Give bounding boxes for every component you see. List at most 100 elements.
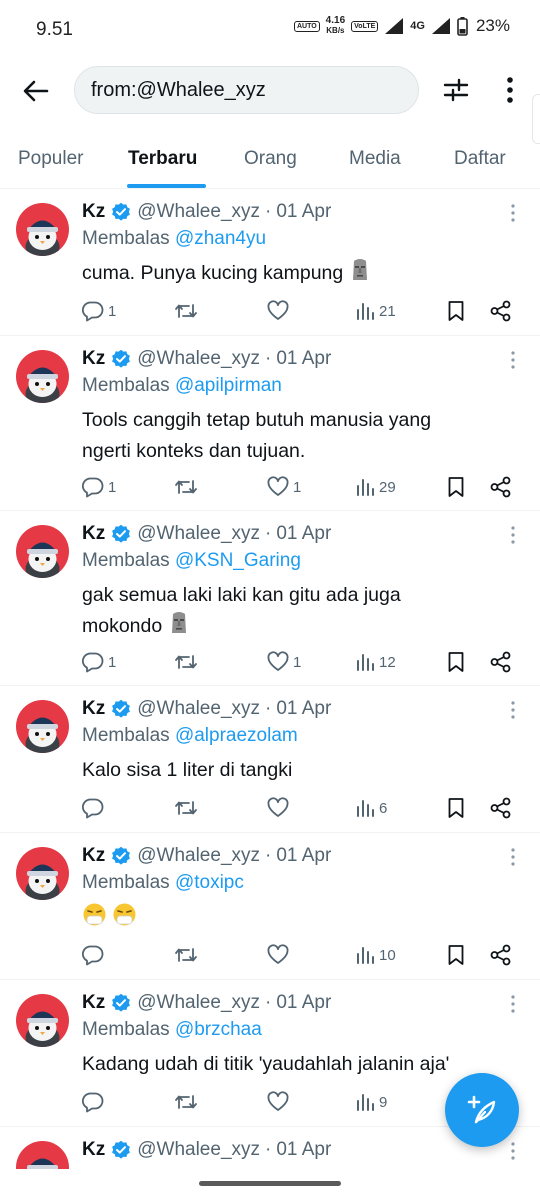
author-handle[interactable]: @Whalee_xyz [137, 348, 260, 370]
retweet-button[interactable] [174, 941, 202, 969]
views-button[interactable]: 12 [355, 648, 396, 676]
back-button[interactable] [18, 74, 54, 108]
bookmark-button[interactable] [447, 648, 465, 676]
tweet-more-icon[interactable] [508, 994, 518, 1014]
tab-orang[interactable]: Orang [244, 128, 297, 189]
tweet[interactable]: Kz @Whalee_xyz · 01 Apr Membalas @zhan4y… [0, 189, 540, 336]
reply-mention[interactable]: @alpraezolam [175, 725, 298, 746]
author-name[interactable]: Kz [82, 992, 105, 1014]
tweet-date[interactable]: 01 Apr [276, 845, 331, 867]
tweet-feed[interactable]: Kz @Whalee_xyz · 01 Apr Membalas @zhan4y… [0, 189, 540, 1169]
avatar[interactable] [16, 525, 69, 578]
reply-mention[interactable]: @apilpirman [175, 375, 282, 396]
reply-mention[interactable]: @KSN_Garing [175, 550, 301, 571]
volte-icon: VoLTE [351, 20, 379, 32]
retweet-button[interactable] [174, 473, 202, 501]
more-options-button[interactable] [494, 72, 526, 108]
share-button[interactable] [490, 794, 512, 822]
tweet[interactable]: Kz @Whalee_xyz · 01 Apr Membalas @toxipc… [0, 833, 540, 980]
like-button[interactable] [267, 297, 293, 325]
like-button[interactable]: 1 [267, 648, 301, 676]
reply-mention[interactable]: @zhan4yu [175, 228, 266, 249]
author-handle[interactable]: @Whalee_xyz [137, 992, 260, 1014]
reply-prefix: Membalas [82, 1019, 170, 1040]
like-button[interactable]: 1 [267, 473, 301, 501]
like-count: 1 [293, 653, 302, 671]
author-handle[interactable]: @Whalee_xyz [137, 1139, 260, 1161]
tweet[interactable]: Kz @Whalee_xyz · 01 Apr Membalas @alprae… [0, 686, 540, 833]
author-name[interactable]: Kz [82, 698, 105, 720]
author-name[interactable]: Kz [82, 845, 105, 867]
share-button[interactable] [490, 297, 512, 325]
home-gesture-bar[interactable] [199, 1181, 341, 1186]
retweet-button[interactable] [174, 297, 202, 325]
views-button[interactable]: 10 [355, 941, 396, 969]
tab-daftar[interactable]: Daftar [454, 128, 506, 189]
bookmark-button[interactable] [447, 473, 465, 501]
avatar[interactable] [16, 847, 69, 900]
avatar[interactable] [16, 994, 69, 1047]
retweet-button[interactable] [174, 1088, 202, 1116]
like-button[interactable] [267, 794, 293, 822]
author-handle[interactable]: @Whalee_xyz [137, 845, 260, 867]
author-name[interactable]: Kz [82, 348, 105, 370]
views-button[interactable]: 9 [355, 1088, 387, 1116]
tweet[interactable]: Kz @Whalee_xyz · 01 Apr Membalas @apilpi… [0, 336, 540, 511]
tweet-date[interactable]: 01 Apr [276, 201, 331, 223]
retweet-icon [175, 948, 197, 962]
reply-button[interactable] [82, 941, 108, 969]
tweet-more-icon[interactable] [508, 525, 518, 545]
retweet-button[interactable] [174, 794, 202, 822]
share-button[interactable] [490, 473, 512, 501]
views-button[interactable]: 6 [355, 794, 387, 822]
share-button[interactable] [490, 648, 512, 676]
avatar[interactable] [16, 203, 69, 256]
bookmark-button[interactable] [447, 794, 465, 822]
tweet-more-icon[interactable] [508, 1141, 518, 1161]
tweet-more-icon[interactable] [508, 847, 518, 867]
tweet-text: cuma. Punya kucing kampung [82, 258, 512, 289]
tweet-header: Kz @Whalee_xyz · 01 Apr [82, 520, 331, 548]
author-handle[interactable]: @Whalee_xyz [137, 523, 260, 545]
like-button[interactable] [267, 941, 293, 969]
search-filter-button[interactable] [438, 72, 474, 108]
tweet[interactable]: Kz @Whalee_xyz · 01 Apr Membalas @KSN_Ga… [0, 511, 540, 686]
reply-mention[interactable]: @toxipc [175, 872, 244, 893]
tweet-date[interactable]: 01 Apr [276, 698, 331, 720]
author-name[interactable]: Kz [82, 1139, 105, 1161]
bookmark-button[interactable] [447, 297, 465, 325]
views-button[interactable]: 29 [355, 473, 396, 501]
share-button[interactable] [490, 941, 512, 969]
views-button[interactable]: 21 [355, 297, 396, 325]
tweet-date[interactable]: 01 Apr [276, 523, 331, 545]
tweet-date[interactable]: 01 Apr [276, 348, 331, 370]
tweet-more-icon[interactable] [508, 700, 518, 720]
tweet-more-icon[interactable] [508, 350, 518, 370]
author-name[interactable]: Kz [82, 523, 105, 545]
like-button[interactable] [267, 1088, 293, 1116]
tweet-actions: 1 1 12 [82, 648, 522, 676]
tab-terbaru[interactable]: Terbaru [128, 128, 197, 189]
tweet-more-icon[interactable] [508, 203, 518, 223]
reply-button[interactable]: 1 [82, 297, 116, 325]
search-input[interactable]: from:@Whalee_xyz [74, 66, 419, 114]
tab-populer[interactable]: Populer [18, 128, 84, 189]
retweet-button[interactable] [174, 648, 202, 676]
reply-button[interactable] [82, 1088, 108, 1116]
author-handle[interactable]: @Whalee_xyz [137, 698, 260, 720]
reply-button[interactable]: 1 [82, 473, 116, 501]
avatar[interactable] [16, 1141, 69, 1169]
tweet-date[interactable]: 01 Apr [276, 992, 331, 1014]
reply-button[interactable]: 1 [82, 648, 116, 676]
author-handle[interactable]: @Whalee_xyz [137, 201, 260, 223]
avatar[interactable] [16, 700, 69, 753]
tweet-date[interactable]: 01 Apr [276, 1139, 331, 1161]
author-name[interactable]: Kz [82, 201, 105, 223]
reply-button[interactable] [82, 794, 108, 822]
compose-button[interactable] [445, 1073, 519, 1147]
reply-mention[interactable]: @brzchaa [175, 1019, 262, 1040]
avatar[interactable] [16, 350, 69, 403]
more-vertical-icon [507, 77, 513, 103]
bookmark-button[interactable] [447, 941, 465, 969]
tab-media[interactable]: Media [349, 128, 401, 189]
